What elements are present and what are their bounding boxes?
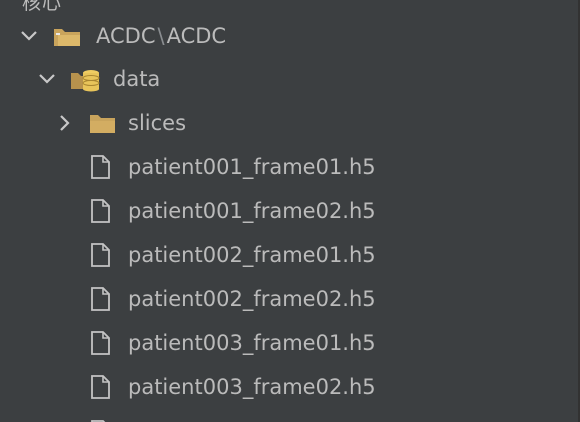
partially-visible-header: 核心 [22,0,63,14]
folder-name: slices [128,111,187,135]
chevron-down-icon[interactable] [36,59,64,99]
file-name: patient002_frame01.h5 [128,243,376,267]
tree-node-acdc[interactable]: ACDC\ACDC [0,16,580,56]
file-item[interactable]: patient002_frame02.h5 [0,279,580,319]
file-icon [88,367,122,407]
file-name: patient001_frame01.h5 [128,155,376,179]
file-item[interactable]: patient003_frame01.h5 [0,323,580,363]
partially-visible-file-item[interactable] [0,412,580,422]
folder-name: data [113,67,161,91]
project-tree: 核心 ACDC\ACDC data slices patient001_fram… [0,0,580,422]
file-icon [88,279,122,319]
file-name: patient003_frame02.h5 [128,375,376,399]
file-item[interactable]: patient001_frame02.h5 [0,191,580,231]
file-icon [88,323,122,363]
tree-node-data[interactable]: data [0,59,580,99]
database-folder-icon [70,59,104,99]
folder-icon [88,103,122,143]
file-icon [88,191,122,231]
file-item[interactable]: patient002_frame01.h5 [0,235,580,275]
file-name: patient001_frame02.h5 [128,199,376,223]
file-name: patient003_frame01.h5 [128,331,376,355]
module-name: ACDC [96,24,156,48]
path-separator: \ [157,24,165,48]
file-icon [88,235,122,275]
module-path: ACDC [166,24,227,48]
folder-icon [52,16,86,56]
chevron-right-icon[interactable] [54,103,82,143]
file-item[interactable]: patient001_frame01.h5 [0,147,580,187]
chevron-down-icon[interactable] [18,16,46,56]
file-name: patient002_frame02.h5 [128,287,376,311]
file-item[interactable]: patient003_frame02.h5 [0,367,580,407]
file-icon [88,147,122,187]
tree-node-slices[interactable]: slices [0,103,580,143]
